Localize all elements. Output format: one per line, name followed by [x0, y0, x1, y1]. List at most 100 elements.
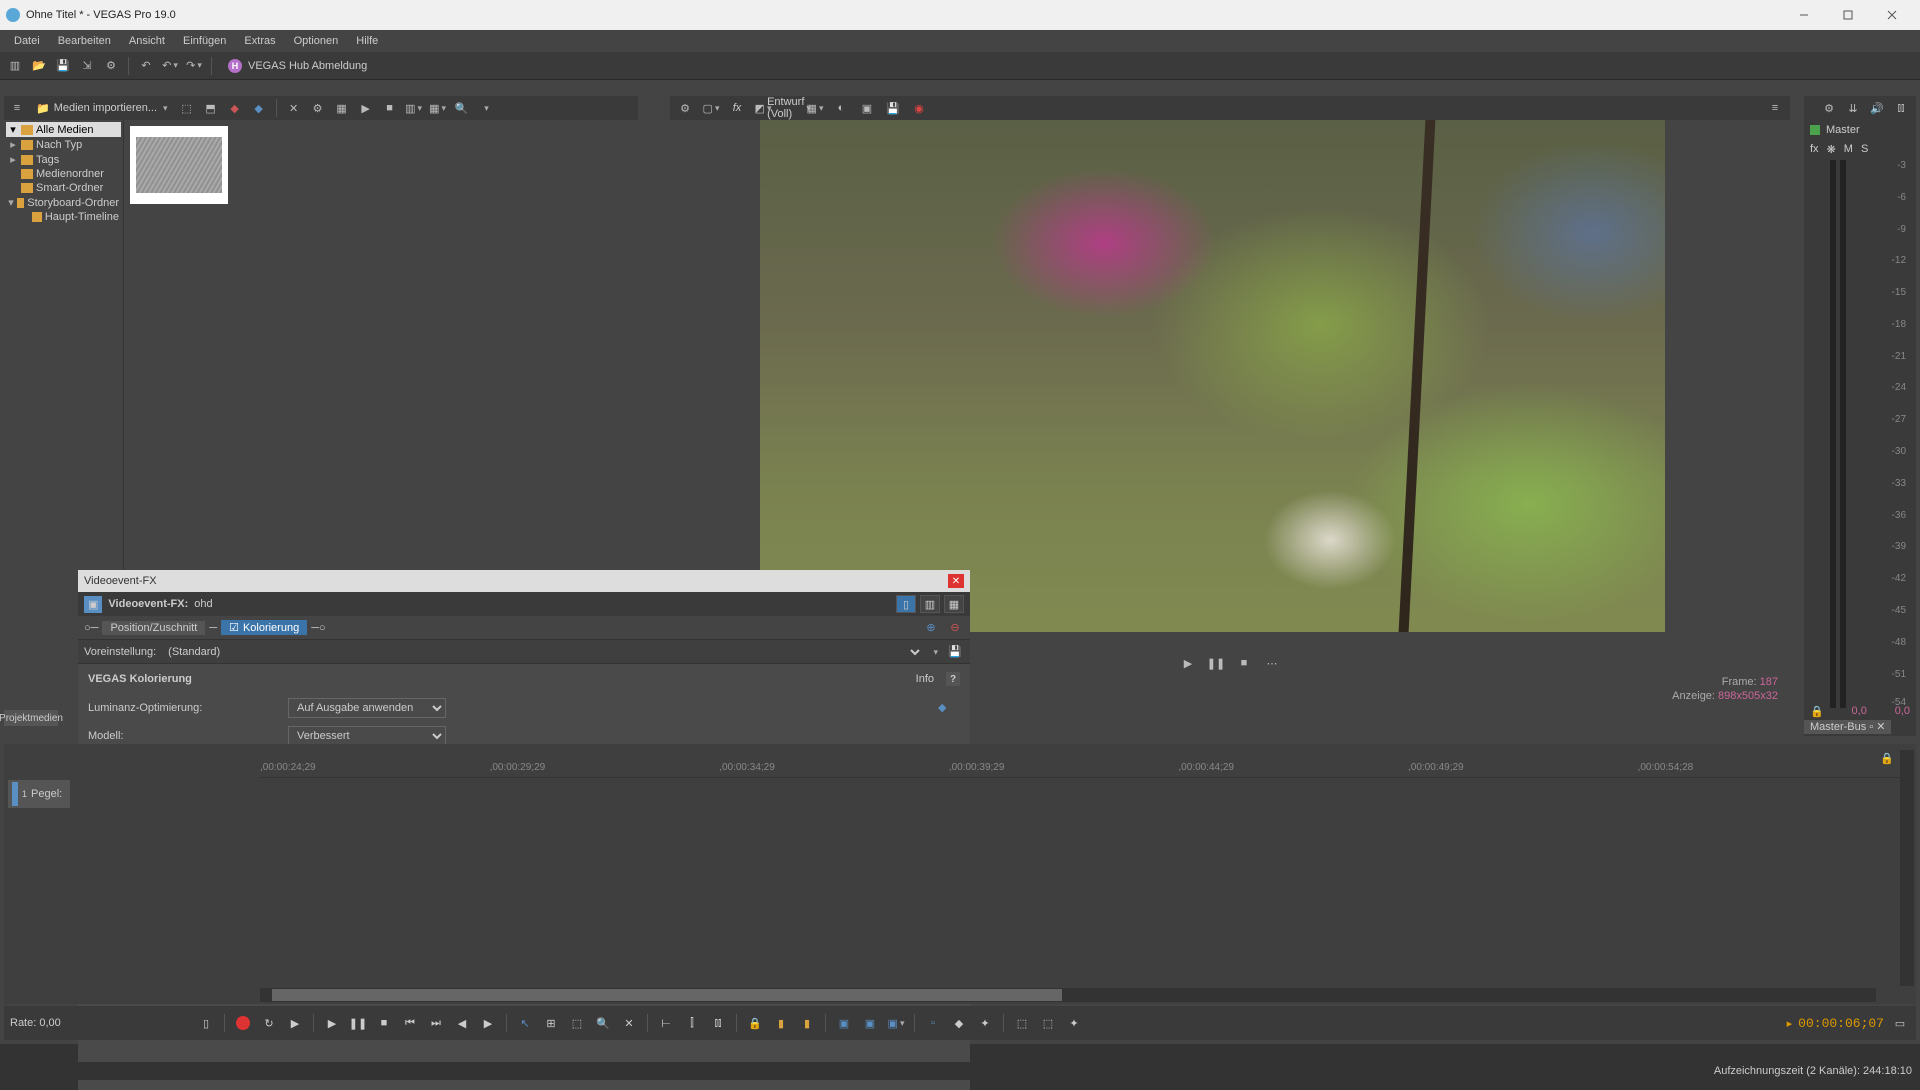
marker-b-icon[interactable]: ▮: [797, 1013, 817, 1033]
tree-storyboard-folder[interactable]: ▾Storyboard-Ordner: [6, 195, 121, 210]
timecode-value[interactable]: 00:00:06;07: [1798, 1016, 1884, 1031]
fx-dialog-titlebar[interactable]: Videoevent-FX ✕: [78, 570, 970, 592]
master-mute-button[interactable]: M: [1844, 143, 1853, 155]
track-header[interactable]: 1 Pegel:: [8, 780, 70, 808]
more-icon[interactable]: ⋯: [1263, 654, 1281, 672]
go-start-button[interactable]: ⏮: [400, 1013, 420, 1033]
fx-view-c-button[interactable]: ▦: [944, 595, 964, 613]
ripple-mode-dropdown[interactable]: ▣: [886, 1013, 906, 1033]
loop-button[interactable]: ↻: [259, 1013, 279, 1033]
auto-ripple-icon[interactable]: ⫾⫾: [708, 1013, 728, 1033]
option-e-icon[interactable]: ⬚: [1038, 1013, 1058, 1033]
meters-icon[interactable]: ⫾⫾: [1892, 99, 1910, 117]
option-a-icon[interactable]: ▫: [923, 1013, 943, 1033]
rate-reset-icon[interactable]: ▯: [196, 1013, 216, 1033]
refresh-icon[interactable]: ✕: [285, 99, 303, 117]
search-icon[interactable]: 🔍: [453, 99, 471, 117]
redo-history-dropdown[interactable]: ↷: [185, 57, 203, 75]
add-fx-icon[interactable]: ⊕: [922, 619, 940, 637]
play-button[interactable]: ▶: [322, 1013, 342, 1033]
pause-icon[interactable]: ❚❚: [1207, 654, 1225, 672]
views-icon[interactable]: ▥: [405, 99, 423, 117]
get-media-icon[interactable]: ⬒: [202, 99, 220, 117]
lock-icon[interactable]: 🔒: [1810, 705, 1824, 718]
preview-quality-dropdown[interactable]: Entwurf (Voll): [780, 99, 798, 117]
remove-all-icon[interactable]: ◆: [226, 99, 244, 117]
menu-extras[interactable]: Extras: [236, 33, 283, 49]
master-settings-icon[interactable]: ⚙: [1820, 99, 1838, 117]
overlays-icon[interactable]: ▦: [806, 99, 824, 117]
fx-view-b-button[interactable]: ▥: [920, 595, 940, 613]
master-insert-button[interactable]: ❋: [1827, 143, 1836, 156]
scroll-thumb[interactable]: [272, 989, 1062, 1001]
fx-help-button[interactable]: ?: [946, 672, 960, 686]
record-indicator-icon[interactable]: ◉: [910, 99, 928, 117]
next-frame-button[interactable]: ▶: [478, 1013, 498, 1033]
preview-settings-icon[interactable]: ⚙: [676, 99, 694, 117]
fx-node-colorize[interactable]: ☑Kolorierung: [221, 620, 307, 635]
downmix-icon[interactable]: ⇊: [1844, 99, 1862, 117]
media-fx-icon[interactable]: ◆: [250, 99, 268, 117]
option-f-icon[interactable]: ✦: [1064, 1013, 1084, 1033]
preview-menu-icon[interactable]: ≡: [1766, 99, 1784, 117]
save-icon[interactable]: 💾: [54, 57, 72, 75]
lock-envelope-icon[interactable]: 🔒: [745, 1013, 765, 1033]
luminance-dropdown[interactable]: Auf Ausgabe anwenden: [288, 698, 446, 718]
menu-insert[interactable]: Einfügen: [175, 33, 234, 49]
stop-icon[interactable]: ■: [1235, 654, 1253, 672]
menu-view[interactable]: Ansicht: [121, 33, 173, 49]
marker-a-icon[interactable]: ▮: [771, 1013, 791, 1033]
option-c-icon[interactable]: ✦: [975, 1013, 995, 1033]
menu-edit[interactable]: Bearbeiten: [50, 33, 119, 49]
toggle-icon[interactable]: ◐: [832, 99, 850, 117]
media-thumb[interactable]: [130, 126, 228, 204]
hub-logout-button[interactable]: H VEGAS Hub Abmeldung: [220, 57, 375, 75]
new-project-icon[interactable]: ▥: [6, 57, 24, 75]
save-preset-icon[interactable]: 💾: [946, 643, 964, 661]
copy-snapshot-icon[interactable]: ▣: [858, 99, 876, 117]
undo-icon[interactable]: ↶: [137, 57, 155, 75]
ripple-icon[interactable]: ▣: [860, 1013, 880, 1033]
menu-file[interactable]: Datei: [6, 33, 48, 49]
fx-nav-icon[interactable]: ▣: [84, 596, 102, 613]
menu-help[interactable]: Hilfe: [348, 33, 386, 49]
properties-icon[interactable]: ⚙: [102, 57, 120, 75]
record-button[interactable]: [233, 1013, 253, 1033]
zoom-tool[interactable]: 🔍: [593, 1013, 613, 1033]
stop-button[interactable]: ■: [374, 1013, 394, 1033]
remove-fx-icon[interactable]: ⊖: [946, 619, 964, 637]
timeline-hscroll[interactable]: [260, 988, 1876, 1002]
normal-edit-tool[interactable]: ↖: [515, 1013, 535, 1033]
tree-by-type[interactable]: ▸Nach Typ: [6, 137, 121, 152]
envelope-tool[interactable]: ⊞: [541, 1013, 561, 1033]
selection-tool[interactable]: ⬚: [567, 1013, 587, 1033]
render-icon[interactable]: ⇲: [78, 57, 96, 75]
tree-all-media[interactable]: ▾Alle Medien: [6, 122, 121, 137]
fx-view-properties-button[interactable]: ▯: [896, 595, 916, 613]
close-button[interactable]: [1870, 0, 1914, 30]
lock-icon[interactable]: 🔒: [1880, 752, 1894, 765]
tree-tags[interactable]: ▸Tags: [6, 152, 121, 167]
search-options-icon[interactable]: [477, 99, 495, 117]
timecode-mode-icon[interactable]: ▭: [1890, 1013, 1910, 1033]
delete-icon[interactable]: ✕: [619, 1013, 639, 1033]
media-menu-icon[interactable]: ≡: [8, 99, 26, 117]
play-start-button[interactable]: ▶: [285, 1013, 305, 1033]
capture-icon[interactable]: ⬚: [178, 99, 196, 117]
menu-options[interactable]: Optionen: [286, 33, 347, 49]
prev-frame-button[interactable]: ◀: [452, 1013, 472, 1033]
play-icon[interactable]: ▶: [1179, 654, 1197, 672]
project-media-tab[interactable]: Projektmedien: [4, 710, 58, 726]
fx-info-button[interactable]: Info: [916, 673, 934, 685]
model-dropdown[interactable]: Verbessert: [288, 726, 446, 746]
add-bin-icon[interactable]: ▦: [333, 99, 351, 117]
tree-main-timeline[interactable]: Haupt-Timeline: [6, 210, 121, 224]
keyframe-icon[interactable]: ◆: [938, 701, 954, 715]
go-end-button[interactable]: ⏭: [426, 1013, 446, 1033]
open-icon[interactable]: 📂: [30, 57, 48, 75]
auto-crossfade-icon[interactable]: ▣: [834, 1013, 854, 1033]
minimize-button[interactable]: [1782, 0, 1826, 30]
fx-close-button[interactable]: ✕: [948, 574, 964, 588]
video-output-fx-icon[interactable]: fx: [728, 99, 746, 117]
save-snapshot-icon[interactable]: 💾: [884, 99, 902, 117]
